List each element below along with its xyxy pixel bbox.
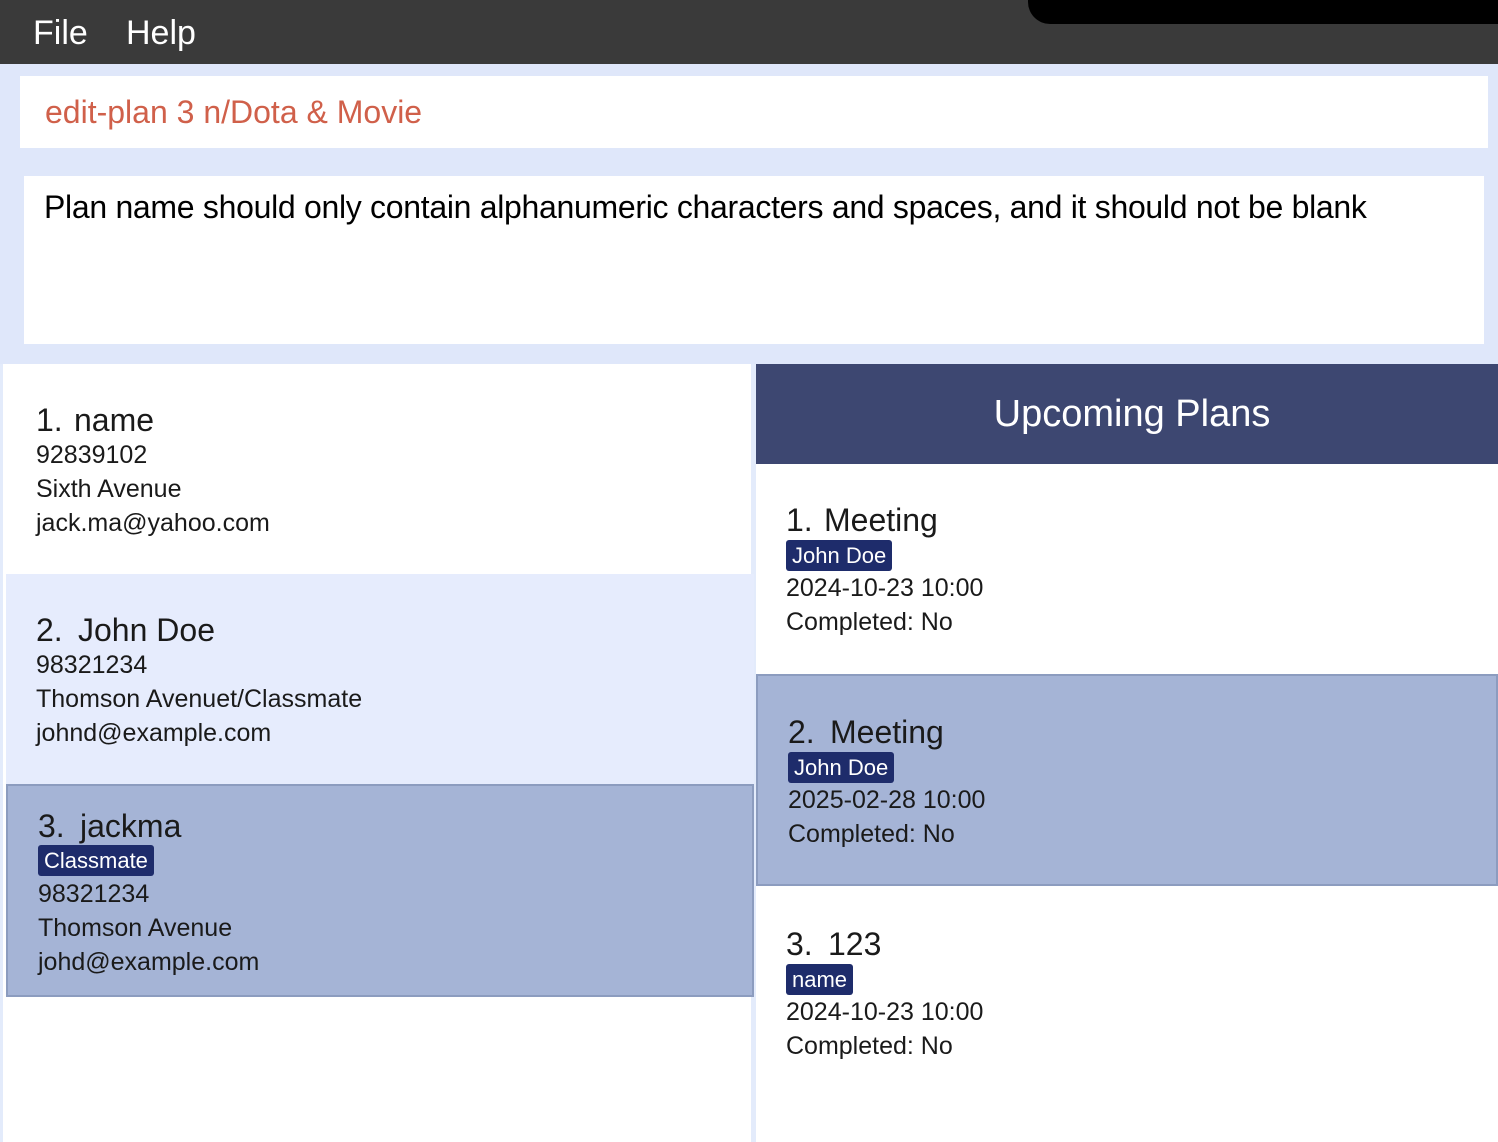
command-box — [0, 64, 1498, 160]
person-name: name — [74, 402, 155, 438]
plan-tag: John Doe — [788, 752, 895, 783]
person-list[interactable]: 1. name 92839102 Sixth Avenue jack.ma@ya… — [0, 364, 756, 1142]
menu-bar: File Help — [0, 0, 1498, 64]
person-name: jackma — [80, 808, 182, 844]
plan-datetime: 2024-10-23 10:00 — [786, 574, 984, 602]
plan-completed: Completed: No — [786, 608, 953, 636]
menu-file[interactable]: File — [33, 11, 88, 55]
plan-card[interactable]: 1. Meeting John Doe 2024-10-23 10:00 Com… — [756, 464, 1498, 676]
menu-help[interactable]: Help — [126, 11, 196, 55]
plan-name: Meeting — [824, 502, 938, 538]
person-index: 2. — [36, 612, 63, 648]
screen-notch — [1028, 0, 1498, 24]
app-window: File Help Plan name should only contain … — [0, 0, 1498, 1142]
person-phone: 98321234 — [38, 880, 150, 908]
person-phone: 98321234 — [36, 651, 148, 679]
person-index: 1. — [36, 402, 63, 438]
person-email: jack.ma@yahoo.com — [36, 509, 270, 537]
person-card[interactable]: 1. name 92839102 Sixth Avenue jack.ma@ya… — [6, 364, 754, 574]
person-address: Thomson Avenue — [38, 914, 233, 942]
person-email: johnd@example.com — [36, 719, 272, 747]
plan-tag: name — [786, 964, 854, 995]
person-email: johd@example.com — [38, 948, 260, 976]
person-address: Sixth Avenue — [36, 475, 182, 503]
plan-name: 123 — [828, 926, 882, 962]
plan-card-selected[interactable]: 2. Meeting John Doe 2025-02-28 10:00 Com… — [756, 674, 1498, 886]
plan-card[interactable]: 3. 123 name 2024-10-23 10:00 Completed: … — [756, 888, 1498, 1100]
person-tag: Classmate — [38, 845, 154, 876]
person-name: John Doe — [78, 612, 215, 648]
plan-panel-title: Upcoming Plans — [993, 393, 1271, 435]
person-card[interactable]: 2. John Doe 98321234 Thomson Avenuet/Cla… — [6, 574, 754, 784]
person-index: 3. — [38, 808, 65, 844]
command-input[interactable] — [20, 76, 1488, 148]
plan-completed: Completed: No — [786, 1032, 953, 1060]
plan-panel: Upcoming Plans 1. Meeting John Doe 2024-… — [756, 364, 1498, 1142]
plan-datetime: 2025-02-28 10:00 — [788, 786, 986, 814]
plan-tag: John Doe — [786, 540, 893, 571]
plan-index: 3. — [786, 926, 813, 962]
result-display: Plan name should only contain alphanumer… — [0, 160, 1498, 364]
person-address: Thomson Avenuet/Classmate — [36, 685, 363, 713]
result-message: Plan name should only contain alphanumer… — [24, 176, 1484, 344]
person-card-selected[interactable]: 3. jackma Classmate 98321234 Thomson Ave… — [6, 784, 754, 997]
plan-completed: Completed: No — [788, 820, 955, 848]
plan-name: Meeting — [830, 714, 944, 750]
plan-index: 1. — [786, 502, 813, 538]
person-phone: 92839102 — [36, 441, 148, 469]
plan-panel-header: Upcoming Plans — [756, 364, 1498, 464]
plan-index: 2. — [788, 714, 815, 750]
plan-datetime: 2024-10-23 10:00 — [786, 998, 984, 1026]
